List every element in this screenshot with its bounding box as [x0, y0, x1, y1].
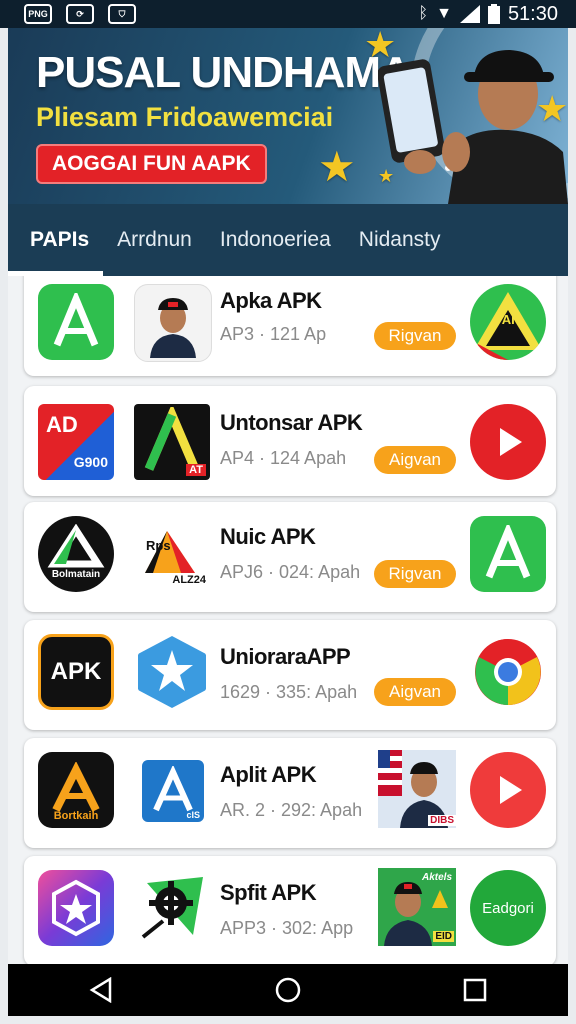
eadgori-badge-icon[interactable]: Eadgori	[470, 870, 546, 946]
tab-indonoeriea[interactable]: Indonoeriea	[206, 204, 345, 276]
gear-icon[interactable]	[134, 870, 210, 946]
app-meta: APJ6 · 024: Apah	[220, 562, 361, 582]
star-badge-icon[interactable]	[134, 634, 210, 710]
blue-a-icon[interactable]: cIS	[142, 760, 204, 822]
tab-nidansty[interactable]: Nidansty	[345, 204, 455, 276]
promo-person-image	[378, 50, 568, 204]
app-name: Aplit APK	[220, 762, 317, 787]
triangle-circle-icon[interactable]: Bolmatain	[38, 516, 114, 592]
app-meta: 1629 · 335: Apah	[220, 682, 358, 702]
triangle-a-icon[interactable]: AT	[134, 404, 210, 480]
app-frame: PUSAL UNDHAMA Pliesam Fridoawemciai AOGG…	[8, 28, 568, 964]
list-item[interactable]: Bortkaih cIS Aplit APK AR. 2 · 292: Apah…	[24, 738, 556, 848]
list-item[interactable]: Apka APK AP3 · 121 Ap Rigvan PAI	[24, 276, 556, 376]
battery-icon	[487, 4, 500, 24]
list-item[interactable]: Spfit APK APP3 · 302: App Aktels EID Ead…	[24, 856, 556, 964]
recents-icon[interactable]	[455, 970, 495, 1010]
tab-arrdnun[interactable]: Arrdnun	[103, 204, 206, 276]
install-button[interactable]: Aigvan	[374, 678, 456, 706]
green-a-icon[interactable]	[470, 516, 546, 592]
status-bar: PNG ⟳ ⛉ ᛒ ▼ 51:30	[0, 0, 576, 28]
system-nav-bar	[8, 964, 568, 1016]
app-meta: AR. 2 · 292: Apah	[220, 800, 363, 820]
app-list: Apka APK AP3 · 121 Ap Rigvan PAI AD G900…	[8, 276, 568, 964]
bluetooth-icon: ᛒ	[418, 5, 429, 22]
play-red-icon[interactable]	[470, 404, 546, 480]
list-item[interactable]: APK UnioraraAPP 1629 · 335: Apah Aigvan	[24, 620, 556, 730]
install-button[interactable]: Aigvan	[374, 446, 456, 474]
clock: 51:30	[507, 2, 558, 25]
app-name: Spfit APK	[220, 880, 317, 905]
install-button[interactable]: Rigvan	[374, 322, 456, 350]
triangle-flag-icon[interactable]: PAI	[470, 284, 546, 360]
photo-icon: PNG	[24, 4, 52, 24]
app-name: UnioraraAPP	[220, 644, 351, 669]
person-flag-icon[interactable]: DIBS	[378, 750, 456, 828]
promo-banner[interactable]: PUSAL UNDHAMA Pliesam Fridoawemciai AOGG…	[8, 28, 568, 204]
star-icon: ★	[318, 143, 356, 190]
banner-title: PUSAL UNDHAMA	[36, 48, 412, 97]
app-meta: APP3 · 302: App	[220, 918, 354, 938]
person-green-icon[interactable]: Aktels EID	[378, 868, 456, 946]
gold-a-icon[interactable]: Bortkaih	[38, 752, 114, 828]
home-icon[interactable]	[268, 970, 308, 1010]
sync-icon: ⟳	[66, 4, 94, 24]
tab-papis[interactable]: PAPIs	[8, 204, 104, 276]
person-avatar-icon[interactable]	[134, 284, 212, 362]
back-icon[interactable]	[81, 970, 121, 1010]
app-meta: AP4 · 124 Apah	[220, 448, 347, 468]
shield-icon: ⛉	[108, 4, 136, 24]
signal-icon	[459, 5, 480, 23]
ad-badge-icon[interactable]: AD G900	[38, 404, 114, 480]
tab-bar: PAPIs Arrdnun Indonoeriea Nidansty	[8, 204, 568, 276]
wifi-icon: ▼	[436, 5, 452, 22]
list-item[interactable]: Bolmatain Rps ALZ24 Nuic APK APJ6 · 024:…	[24, 502, 556, 612]
install-button[interactable]: Rigvan	[374, 560, 456, 588]
list-item[interactable]: AD G900 AT Untonsar APK AP4 · 124 Apah A…	[24, 386, 556, 496]
chrome-icon[interactable]	[470, 634, 546, 710]
green-a-icon[interactable]	[38, 284, 114, 360]
arrow-logo-icon[interactable]: Rps ALZ24	[134, 516, 210, 592]
purple-star-icon[interactable]	[38, 870, 114, 946]
app-name: Apka APK	[220, 288, 322, 313]
apk-badge-icon[interactable]: APK	[38, 634, 114, 710]
banner-subtitle: Pliesam Fridoawemciai	[36, 102, 334, 132]
app-name: Untonsar APK	[220, 410, 363, 435]
app-name: Nuic APK	[220, 524, 316, 549]
banner-cta-button[interactable]: AOGGAI FUN AAPK	[36, 144, 267, 184]
app-meta: AP3 · 121 Ap	[220, 324, 327, 344]
play-red-icon[interactable]	[470, 752, 546, 828]
